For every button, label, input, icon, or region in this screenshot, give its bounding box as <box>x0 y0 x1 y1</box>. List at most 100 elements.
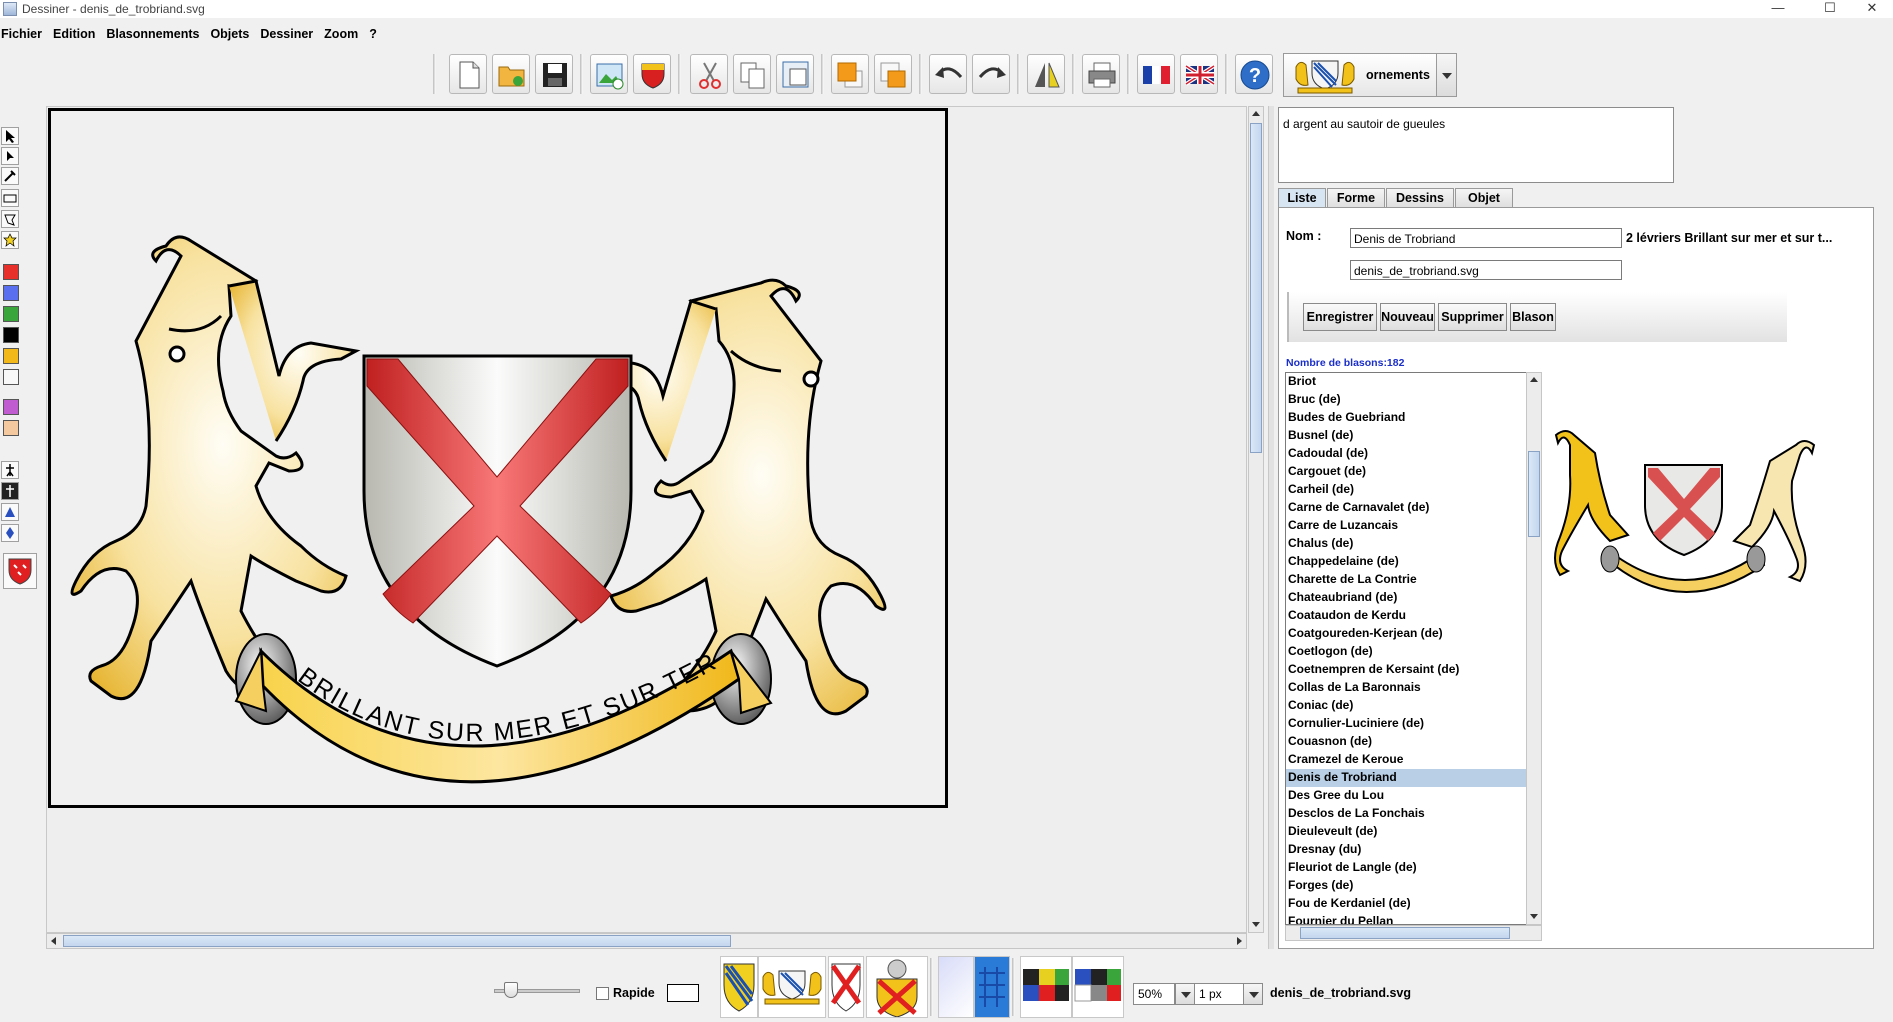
redo-button[interactable] <box>972 54 1010 94</box>
canvas-vertical-scroll-thumb[interactable] <box>1250 123 1262 453</box>
list-item[interactable]: Carheil (de) <box>1286 481 1526 499</box>
menu-edition[interactable]: Edition <box>53 24 101 41</box>
list-item[interactable]: Bruc (de) <box>1286 391 1526 409</box>
thumb-ornaments[interactable] <box>758 956 826 1018</box>
color-swatch-blue[interactable] <box>3 285 19 301</box>
blazon-list[interactable]: Briot Bruc (de) Budes de Guebriand Busnel (… <box>1285 372 1527 925</box>
list-item[interactable]: Coetlogon (de) <box>1286 643 1526 661</box>
tab-forme[interactable]: Forme <box>1327 188 1385 208</box>
bring-front-button[interactable] <box>831 54 869 94</box>
diamond-tool[interactable] <box>1 524 19 542</box>
stroke-width-select-arrow[interactable] <box>1243 983 1263 1005</box>
new-file-button[interactable] <box>449 54 487 94</box>
thumb-gradient-fill[interactable] <box>938 956 974 1018</box>
thumb-color-grid-1[interactable] <box>1020 956 1072 1018</box>
color-swatch-flesh[interactable] <box>3 420 19 436</box>
polygon-tool[interactable] <box>1 210 19 228</box>
coat-of-arms-drawing[interactable]: BRILLANT SUR MER ET SUR TERRE <box>41 89 945 805</box>
supprimer-button[interactable]: Supprimer <box>1438 303 1507 331</box>
ornaments-dropdown-arrow[interactable] <box>1436 54 1456 96</box>
list-horizontal-scrollbar[interactable] <box>1285 925 1542 941</box>
undo-button[interactable] <box>929 54 967 94</box>
menu-dessiner[interactable]: Dessiner <box>260 24 319 41</box>
cut-button[interactable] <box>690 54 728 94</box>
canvas-vertical-scrollbar[interactable] <box>1248 106 1264 933</box>
list-item[interactable]: Fournier du Pellan <box>1286 913 1526 924</box>
list-item[interactable]: Fou de Kerdaniel (de) <box>1286 895 1526 913</box>
list-item[interactable]: Cadoudal (de) <box>1286 445 1526 463</box>
list-item[interactable]: Busnel (de) <box>1286 427 1526 445</box>
list-item[interactable]: Collas de La Baronnais <box>1286 679 1526 697</box>
list-horizontal-scroll-thumb[interactable] <box>1300 927 1510 939</box>
menu-fichier[interactable]: Fichier <box>0 24 48 41</box>
insert-image-button[interactable] <box>590 54 628 94</box>
nouveau-button[interactable]: Nouveau <box>1380 303 1435 331</box>
menu-zoom[interactable]: Zoom <box>324 24 364 41</box>
list-item[interactable]: Fleuriot de Langle (de) <box>1286 859 1526 877</box>
list-scroll-up-arrow[interactable] <box>1530 377 1538 382</box>
list-item[interactable]: Chateaubriand (de) <box>1286 589 1526 607</box>
nom-input[interactable]: Denis de Trobriand <box>1350 228 1622 248</box>
list-item[interactable]: Chappedelaine (de) <box>1286 553 1526 571</box>
select-tool[interactable] <box>1 127 19 145</box>
list-item[interactable]: Cramezel de Keroue <box>1286 751 1526 769</box>
list-item[interactable]: Coatgoureden-Kerjean (de) <box>1286 625 1526 643</box>
list-item[interactable]: Couasnon (de) <box>1286 733 1526 751</box>
copy-button[interactable] <box>733 54 771 94</box>
blazon-description-box[interactable]: d argent au sautoir de gueules <box>1278 107 1674 183</box>
color-swatch-red[interactable] <box>3 264 19 280</box>
pen-tool[interactable] <box>1 167 19 185</box>
zoom-slider-handle[interactable] <box>504 982 518 998</box>
list-item[interactable]: Budes de Guebriand <box>1286 409 1526 427</box>
list-item[interactable]: Coetnempren de Kersaint (de) <box>1286 661 1526 679</box>
drawing-artboard[interactable]: BRILLANT SUR MER ET SUR TERRE <box>41 89 948 808</box>
color-swatch-gold[interactable] <box>3 348 19 364</box>
menu-blasonnements[interactable]: Blasonnements <box>106 24 205 41</box>
list-item[interactable]: Cornulier-Luciniere (de) <box>1286 715 1526 733</box>
direct-select-tool[interactable] <box>1 147 19 165</box>
thumb-blue-bend[interactable] <box>720 956 758 1018</box>
help-button[interactable]: ? <box>1235 54 1273 94</box>
print-button[interactable] <box>1082 54 1120 94</box>
left-greyhound[interactable] <box>70 235 348 701</box>
canvas-horizontal-scroll-thumb[interactable] <box>63 935 731 947</box>
send-back-button[interactable] <box>874 54 912 94</box>
stroke-width-select[interactable]: 1 px <box>1194 983 1249 1005</box>
figure-dark-tool[interactable] <box>1 482 19 500</box>
list-item[interactable]: Des Gree du Lou <box>1286 787 1526 805</box>
list-item[interactable]: Carne de Carnavalet (de) <box>1286 499 1526 517</box>
minimize-button[interactable]: — <box>1758 0 1798 18</box>
blason-button-action[interactable]: Blason <box>1510 303 1556 331</box>
star-tool[interactable] <box>1 231 19 249</box>
zoom-select[interactable]: 50% <box>1133 983 1175 1005</box>
list-item[interactable]: Dresnay (du) <box>1286 841 1526 859</box>
ornaments-dropdown[interactable]: ornements <box>1283 53 1457 97</box>
list-item[interactable]: Desclos de La Fonchais <box>1286 805 1526 823</box>
list-item[interactable]: Cargouet (de) <box>1286 463 1526 481</box>
enregistrer-button[interactable]: Enregistrer <box>1303 303 1377 331</box>
current-color-preview[interactable] <box>667 984 699 1002</box>
scroll-up-arrow[interactable] <box>1252 111 1260 116</box>
list-item[interactable]: Carre de Luzancais <box>1286 517 1526 535</box>
mirror-button[interactable] <box>1027 54 1065 94</box>
thumb-red-saltire[interactable] <box>828 956 864 1018</box>
rectangle-tool[interactable] <box>1 189 19 207</box>
figure-tool[interactable] <box>1 461 19 479</box>
list-vertical-scrollbar[interactable] <box>1526 372 1542 925</box>
list-item[interactable]: Denis de Trobriand <box>1286 769 1526 787</box>
close-button[interactable]: ✕ <box>1852 0 1892 18</box>
list-item[interactable]: Dieuleveult (de) <box>1286 823 1526 841</box>
thumb-helmeted-arms[interactable] <box>866 956 928 1018</box>
blason-button[interactable] <box>633 54 671 94</box>
list-item[interactable]: Briot <box>1286 373 1526 391</box>
scroll-left-arrow[interactable] <box>51 937 56 945</box>
color-swatch-green[interactable] <box>3 306 19 322</box>
menu-objets[interactable]: Objets <box>210 24 255 41</box>
thumb-pattern-fill[interactable] <box>974 956 1010 1018</box>
color-swatch-white[interactable] <box>3 369 19 385</box>
rapide-checkbox[interactable] <box>596 987 609 1000</box>
scroll-right-arrow[interactable] <box>1237 937 1242 945</box>
canvas-horizontal-scrollbar[interactable] <box>46 933 1247 949</box>
list-item[interactable]: Coataudon de Kerdu <box>1286 607 1526 625</box>
lang-fr-button[interactable] <box>1137 54 1175 94</box>
